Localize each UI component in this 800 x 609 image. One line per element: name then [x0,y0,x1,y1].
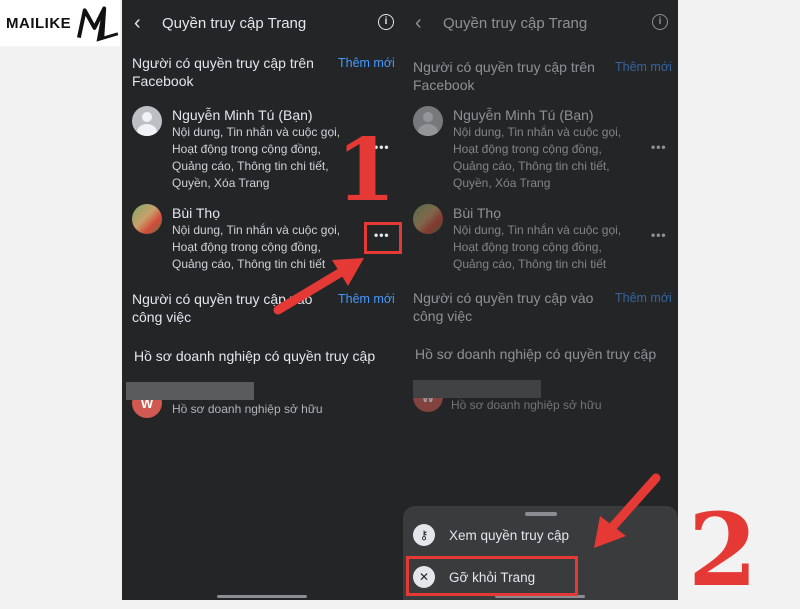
more-options-icon[interactable]: ••• [651,228,667,242]
add-new-link[interactable]: Thêm mới [338,56,395,70]
redacted-business-name [413,380,541,398]
business-subtitle: Hồ sơ doanh nghiệp sở hữu [451,398,602,412]
red-arrow-icon [594,473,661,548]
step-number-1: 1 [336,120,396,221]
business-access-heading: Hồ sơ doanh nghiệp có quyền truy cập [134,348,376,364]
ml-logo-mark-icon [77,6,119,42]
person-permissions: Nội dung, Tin nhắn và cuộc gọi, Hoạt độn… [453,125,622,190]
person-permissions: Nội dung, Tin nhắn và cuộc gọi, Hoạt độn… [172,125,341,190]
mailike-logo: MAILIKE [0,0,120,46]
person-name: Bùi Thọ [453,205,501,221]
redacted-business-name [126,382,254,400]
facebook-access-heading: Người có quyền truy cập trên Facebook [413,59,595,93]
header: ‹ Quyền truy cập Trang i [122,0,404,46]
more-options-icon[interactable]: ••• [651,140,667,154]
back-arrow-icon[interactable]: ‹ [134,12,156,35]
add-new-link[interactable]: Thêm mới [615,291,672,305]
sheet-handle[interactable] [525,512,557,516]
view-access-option[interactable]: ⚷ Xem quyền truy cập [413,524,569,546]
header: ‹ Quyền truy cập Trang i [403,0,678,46]
default-avatar-icon [132,106,162,136]
step-number-2: 2 [688,491,758,609]
business-subtitle: Hồ sơ doanh nghiệp sở hữu [172,402,323,416]
task-access-heading: Người có quyền truy cập vào công việc [413,290,594,324]
highlight-box-remove [406,556,578,596]
red-arrow-icon [273,258,364,315]
dimmed-content: ‹ Quyền truy cập Trang i Người có quyền … [403,0,678,412]
user-photo-avatar [413,204,443,234]
person-row[interactable]: Nguyễn Minh Tú (Bạn) Nội dung, Tin nhắn … [132,106,352,192]
page-title: Quyền truy cập Trang [443,14,588,32]
logo-text: MAILIKE [6,14,72,32]
person-row[interactable]: Bùi Thọ Nội dung, Tin nhắn và cuộc gọi, … [413,204,633,273]
facebook-access-heading: Người có quyền truy cập trên Facebook [132,55,314,89]
view-access-label: Xem quyền truy cập [449,527,570,543]
key-icon: ⚷ [413,524,435,546]
add-new-link[interactable]: Thêm mới [615,60,672,74]
business-access-heading: Hồ sơ doanh nghiệp có quyền truy cập [415,346,657,362]
person-name: Nguyễn Minh Tú (Bạn) [453,107,594,123]
home-indicator [217,595,307,598]
info-icon[interactable]: i [378,14,394,30]
page-title: Quyền truy cập Trang [162,14,307,32]
back-arrow-icon[interactable]: ‹ [415,12,437,35]
person-name: Bùi Thọ [172,205,220,221]
person-name: Nguyễn Minh Tú (Bạn) [172,107,313,123]
info-icon[interactable]: i [652,14,668,30]
person-row[interactable]: Nguyễn Minh Tú (Bạn) Nội dung, Tin nhắn … [413,106,633,192]
default-avatar-icon [413,106,443,136]
user-photo-avatar [132,204,162,234]
person-permissions: Nội dung, Tin nhắn và cuộc gọi, Hoạt độn… [453,223,622,271]
